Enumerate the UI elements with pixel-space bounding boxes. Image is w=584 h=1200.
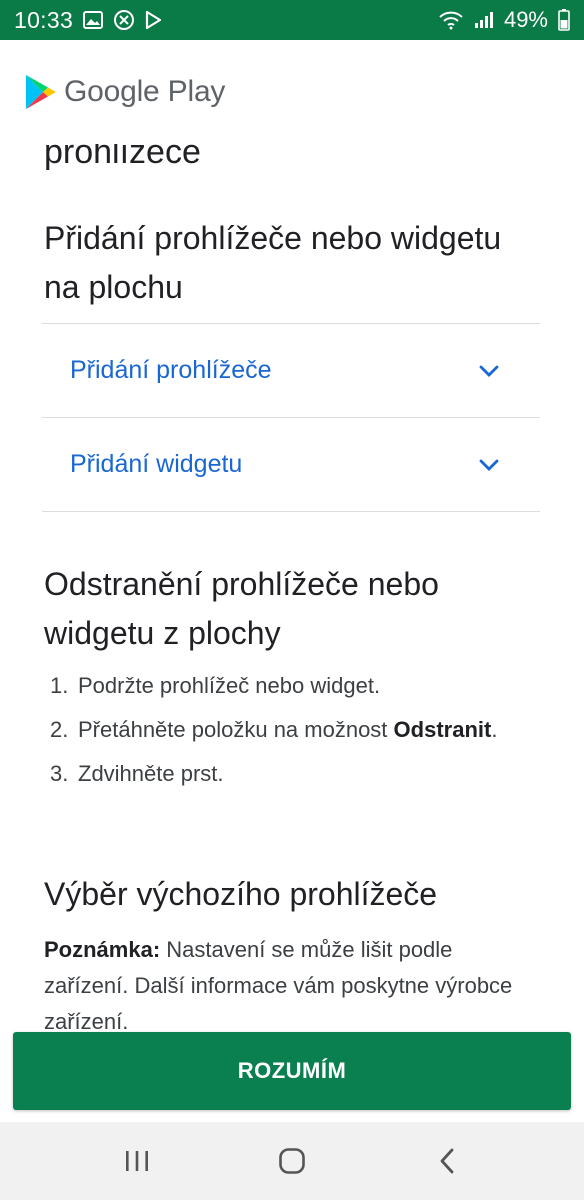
section-title-add: Přidání prohlížeče nebo widgetu na ploch… <box>44 220 502 305</box>
steps-list: 1. Podržte prohlížeč nebo widget. 2. Pře… <box>50 668 530 800</box>
brand-name: Google Play <box>64 75 226 108</box>
note-label: Poznámka: <box>44 937 161 962</box>
list-item: 1. Podržte prohlížeč nebo widget. <box>50 668 530 704</box>
step-number: 2. <box>50 717 69 742</box>
signal-icon <box>474 11 494 29</box>
google-play-icon <box>26 75 56 109</box>
step-bold: Odstranit <box>393 717 492 742</box>
play-store-notification-icon <box>145 10 163 30</box>
step-text: Přetáhněte položku na možnost Odstranit. <box>78 712 497 748</box>
step-text: Podržte prohlížeč nebo widget. <box>78 673 381 698</box>
list-item: 2. Přetáhněte položku na možnost Odstran… <box>50 712 530 748</box>
close-circle-icon <box>113 9 135 31</box>
section-title-default: Výběr výchozího prohlížeče <box>44 876 438 912</box>
battery-percent: 49% <box>503 7 548 32</box>
accordion-item-add-browser[interactable]: Přidání prohlížeče <box>42 324 540 418</box>
status-right: 49% <box>438 7 570 33</box>
help-content[interactable]: prohlížeče Google Play Přidání prohlížeč… <box>0 40 584 1030</box>
note: Poznámka: Nastavení se může lišit podle … <box>44 932 534 1030</box>
navigation-bar <box>0 1122 584 1200</box>
status-left: 10:33 <box>14 7 163 34</box>
home-button[interactable] <box>252 1131 332 1191</box>
status-bar: 10:33 49% <box>0 0 584 40</box>
step-text-before: Přetáhněte položku na možnost <box>78 717 388 742</box>
recent-apps-button[interactable] <box>97 1131 177 1191</box>
step-text: Zdvihněte prst. <box>78 761 224 786</box>
section-title-remove: Odstranění prohlížeče nebo widgetu z plo… <box>44 566 439 651</box>
google-play-logo: Google Play <box>24 74 225 110</box>
step-text-after: . <box>491 717 498 742</box>
back-button[interactable] <box>407 1131 487 1191</box>
home-icon <box>279 1148 305 1174</box>
accordion-item-add-widget[interactable]: Přidání widgetu <box>42 418 540 512</box>
back-icon <box>440 1148 454 1174</box>
got-it-button[interactable]: ROZUMÍM <box>13 1032 571 1110</box>
accordion-label: Přidání widgetu <box>70 450 243 478</box>
action-bar: ROZUMÍM <box>0 1030 584 1122</box>
recent-apps-icon <box>126 1151 149 1171</box>
google-play-header: Google Play <box>0 40 584 144</box>
status-time: 10:33 <box>14 6 74 33</box>
step-number: 1. <box>50 673 69 698</box>
battery-icon <box>558 9 570 31</box>
chevron-down-icon <box>479 365 499 377</box>
image-icon <box>83 11 104 29</box>
step-number: 3. <box>50 761 69 786</box>
accordion: Přidání prohlížeče Přidání widgetu <box>42 323 540 512</box>
chevron-down-icon <box>479 459 499 471</box>
accordion-label: Přidání prohlížeče <box>70 356 272 384</box>
list-item: 3. Zdvihněte prst. <box>50 756 530 792</box>
wifi-icon <box>438 10 464 30</box>
